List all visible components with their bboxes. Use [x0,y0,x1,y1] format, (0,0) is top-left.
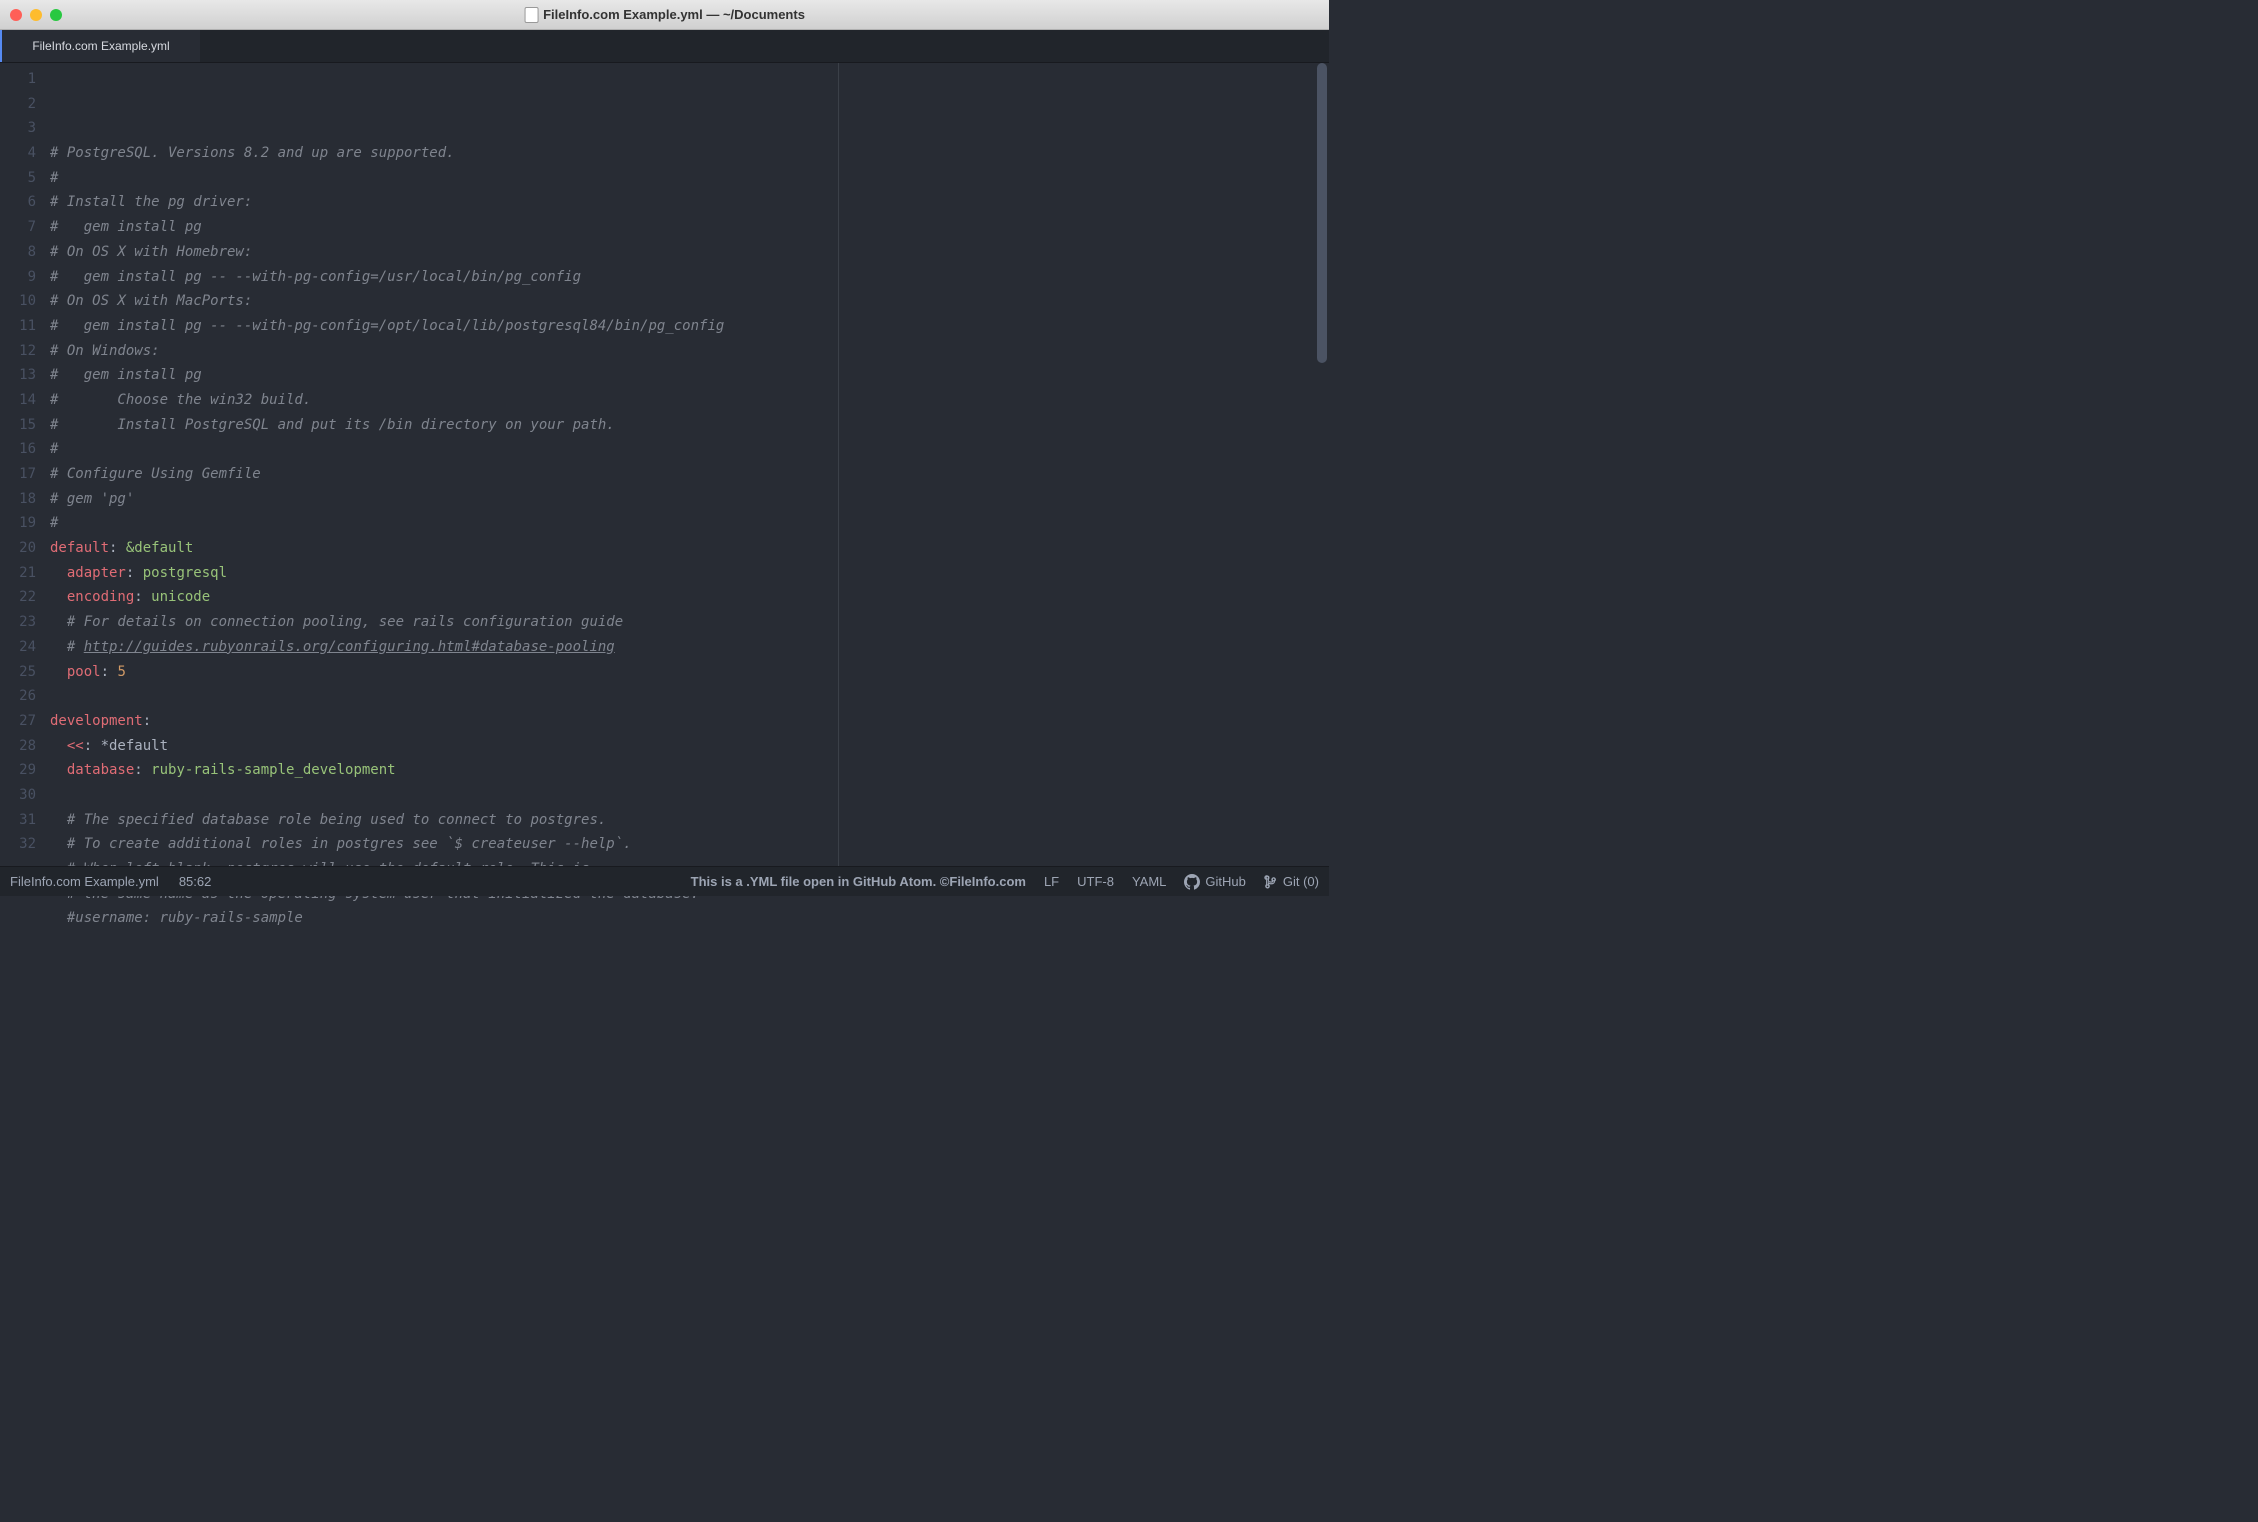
line-number: 5 [0,166,36,191]
line-number: 13 [0,363,36,388]
code-line[interactable]: # On Windows: [44,339,1329,364]
line-number: 32 [0,832,36,857]
line-number: 7 [0,215,36,240]
line-number: 27 [0,709,36,734]
code-line[interactable]: # gem install pg [44,215,1329,240]
line-number: 14 [0,388,36,413]
status-message: This is a .YML file open in GitHub Atom.… [691,874,1026,889]
line-number: 22 [0,585,36,610]
line-number: 11 [0,314,36,339]
title-bar: FileInfo.com Example.yml — ~/Documents [0,0,1329,30]
code-line[interactable]: # [44,511,1329,536]
line-number: 8 [0,240,36,265]
line-number: 23 [0,610,36,635]
line-number: 31 [0,808,36,833]
code-line[interactable]: # On OS X with Homebrew: [44,240,1329,265]
line-number: 1 [0,67,36,92]
editor[interactable]: 1234567891011121314151617181920212223242… [0,63,1329,866]
code-line[interactable]: # On OS X with MacPorts: [44,289,1329,314]
line-number: 21 [0,561,36,586]
line-number: 29 [0,758,36,783]
line-number: 10 [0,289,36,314]
code-line[interactable]: database: ruby-rails-sample_development [44,758,1329,783]
git-branch-icon [1264,875,1278,889]
code-line[interactable]: encoding: unicode [44,585,1329,610]
scrollbar-thumb[interactable] [1317,63,1327,363]
status-cursor-position[interactable]: 85:62 [179,874,212,889]
line-number: 4 [0,141,36,166]
code-line[interactable]: # Install PostgreSQL and put its /bin di… [44,413,1329,438]
status-file-path[interactable]: FileInfo.com Example.yml [10,874,159,889]
code-line[interactable]: #username: ruby-rails-sample [44,906,1329,931]
code-line[interactable]: # gem install pg [44,363,1329,388]
code-line[interactable]: development: [44,709,1329,734]
code-content[interactable]: # PostgreSQL. Versions 8.2 and up are su… [44,63,1329,866]
code-line[interactable]: # Configure Using Gemfile [44,462,1329,487]
maximize-window-button[interactable] [50,9,62,21]
code-line[interactable] [44,783,1329,808]
code-line[interactable] [44,684,1329,709]
line-number: 15 [0,413,36,438]
code-line[interactable]: # gem install pg -- --with-pg-config=/op… [44,314,1329,339]
status-grammar[interactable]: YAML [1132,874,1166,889]
code-line[interactable]: # gem 'pg' [44,487,1329,512]
tab-bar-empty[interactable] [200,30,1329,62]
window-controls [10,9,62,21]
code-line[interactable]: # gem install pg -- --with-pg-config=/us… [44,265,1329,290]
code-line[interactable]: # Choose the win32 build. [44,388,1329,413]
status-github[interactable]: GitHub [1184,874,1245,890]
line-number: 17 [0,462,36,487]
status-github-label: GitHub [1205,874,1245,889]
line-number: 26 [0,684,36,709]
line-number: 9 [0,265,36,290]
line-number: 16 [0,437,36,462]
close-window-button[interactable] [10,9,22,21]
status-git[interactable]: Git (0) [1264,874,1319,889]
code-line[interactable]: # The specified database role being used… [44,808,1329,833]
line-number: 20 [0,536,36,561]
wrap-guide [838,63,839,866]
code-line[interactable]: # Install the pg driver: [44,190,1329,215]
code-line[interactable]: # http://guides.rubyonrails.org/configur… [44,635,1329,660]
window-title-text: FileInfo.com Example.yml — ~/Documents [543,7,805,22]
code-line[interactable]: # For details on connection pooling, see… [44,610,1329,635]
line-number: 18 [0,487,36,512]
line-number: 2 [0,92,36,117]
tab-label: FileInfo.com Example.yml [32,39,169,53]
line-number: 3 [0,116,36,141]
line-number: 12 [0,339,36,364]
code-line[interactable]: pool: 5 [44,660,1329,685]
code-line[interactable]: default: &default [44,536,1329,561]
code-line[interactable]: # [44,437,1329,462]
line-number: 6 [0,190,36,215]
status-line-ending[interactable]: LF [1044,874,1059,889]
line-number: 30 [0,783,36,808]
minimize-window-button[interactable] [30,9,42,21]
line-number: 28 [0,734,36,759]
status-bar: FileInfo.com Example.yml 85:62 This is a… [0,866,1329,896]
status-git-label: Git (0) [1283,874,1319,889]
window-title: FileInfo.com Example.yml — ~/Documents [524,7,805,23]
file-icon [524,7,538,23]
code-line[interactable]: adapter: postgresql [44,561,1329,586]
code-line[interactable]: <<: *default [44,734,1329,759]
line-number: 24 [0,635,36,660]
scrollbar-track[interactable] [1317,63,1327,866]
tab-active[interactable]: FileInfo.com Example.yml [0,30,200,62]
code-line[interactable]: # PostgreSQL. Versions 8.2 and up are su… [44,141,1329,166]
line-gutter: 1234567891011121314151617181920212223242… [0,63,44,866]
line-number: 19 [0,511,36,536]
status-encoding[interactable]: UTF-8 [1077,874,1114,889]
line-number: 25 [0,660,36,685]
tab-bar: FileInfo.com Example.yml [0,30,1329,63]
code-line[interactable]: # [44,166,1329,191]
github-icon [1184,874,1200,890]
code-line[interactable]: # To create additional roles in postgres… [44,832,1329,857]
